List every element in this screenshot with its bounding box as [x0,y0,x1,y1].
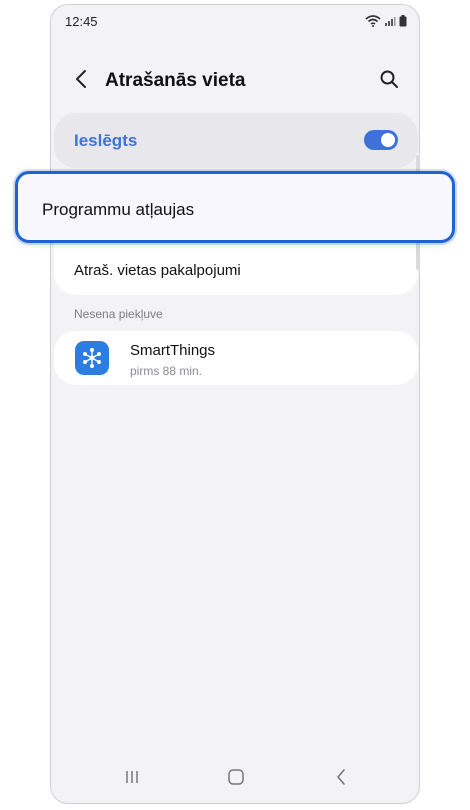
smartthings-icon [75,341,109,375]
location-toggle-label: Ieslēgts [74,131,138,150]
status-icons [365,14,407,32]
battery-icon [399,14,407,32]
location-toggle-row[interactable]: Ieslēgts [54,113,418,168]
recent-access-heading: Nesena piekļuve [74,307,163,321]
navigation-bar [51,755,419,803]
back-button[interactable] [69,67,93,95]
status-time: 12:45 [65,14,98,29]
home-button[interactable] [221,767,251,791]
location-switch[interactable] [364,130,398,150]
chevron-left-icon [75,69,87,94]
nav-back-button[interactable] [326,767,356,791]
app-name: SmartThings [130,342,216,359]
recents-icon [124,769,140,790]
signal-icon [384,14,396,32]
app-permissions-label: Programmu atļaujas [42,200,195,219]
back-icon [335,768,347,791]
app-header: Atrašanās vieta [51,57,419,105]
search-button[interactable] [375,67,403,95]
app-access-time: pirms 88 min. [130,364,203,378]
app-permissions-item[interactable]: Programmu atļaujas [15,171,455,243]
home-icon [227,768,245,791]
page-title: Atrašanās vieta [105,70,246,91]
switch-knob [381,133,395,147]
recents-button[interactable] [117,767,147,791]
phone-screen: 12:45 Atrašanās vieta Ieslēgts Atraš. vi… [50,4,420,804]
recent-access-item[interactable]: SmartThings pirms 88 min. [54,331,418,385]
search-icon [379,69,399,94]
location-services-item[interactable]: Atraš. vietas pakalpojumi [74,262,241,279]
wifi-icon [365,14,381,32]
status-bar: 12:45 [51,5,419,39]
